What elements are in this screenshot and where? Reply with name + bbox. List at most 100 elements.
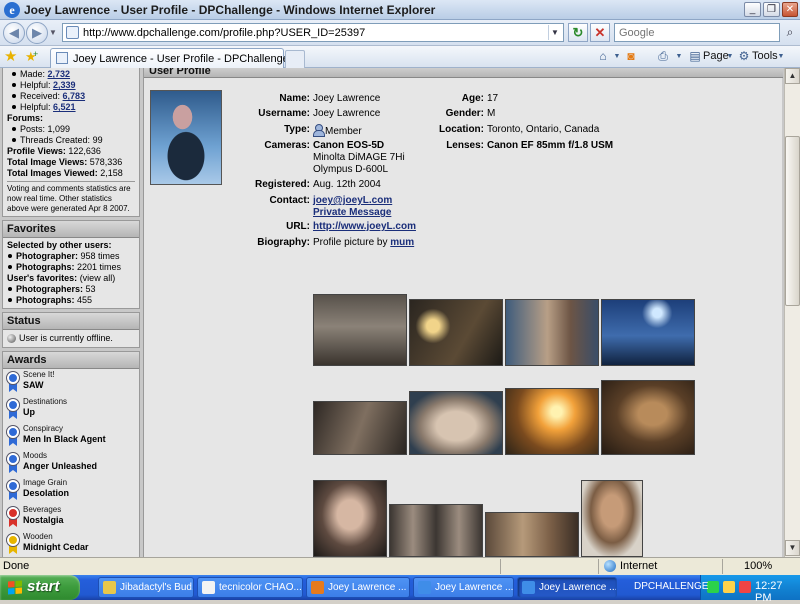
search-input[interactable]: [615, 24, 777, 41]
url-field[interactable]: http://www.dpchallenge.com/profile.php?U…: [62, 23, 564, 42]
photo-thumbnail[interactable]: [313, 294, 407, 366]
stat-helpful-received: Helpful: 6,521: [7, 102, 135, 113]
print-icon[interactable]: ⎙: [656, 50, 670, 63]
website-link[interactable]: http://www.joeyL.com: [313, 221, 416, 232]
award-item[interactable]: Beverages Nostalgia: [3, 505, 139, 531]
photo-thumbnail[interactable]: [601, 299, 695, 366]
photo-thumbnail[interactable]: [409, 391, 503, 455]
vertical-scrollbar[interactable]: ▲ ▼: [784, 68, 800, 557]
award-item[interactable]: Wooden Midnight Cedar: [3, 532, 139, 557]
favorites-star-icon[interactable]: ★: [4, 49, 17, 64]
award-category: Scene It!: [23, 370, 55, 379]
feeds-icon[interactable]: ◙: [624, 50, 638, 63]
photo-thumbnail[interactable]: [389, 504, 483, 557]
taskbar-button[interactable]: Joey Lawrence ...: [306, 577, 410, 598]
stat-made-link[interactable]: 2,732: [48, 69, 71, 79]
email-link[interactable]: joey@joeyL.com: [313, 195, 392, 206]
photo-thumbnail[interactable]: [601, 380, 695, 455]
minimize-button[interactable]: _: [744, 2, 761, 17]
url-text[interactable]: http://www.dpchallenge.com/profile.php?U…: [83, 27, 365, 39]
view-all-link[interactable]: (view all): [80, 273, 116, 283]
stat-posts: Posts: 1,099: [7, 124, 135, 135]
home-icon[interactable]: ⌂: [596, 50, 610, 63]
forward-button[interactable]: ▶: [26, 22, 48, 44]
tray-app-icon[interactable]: [707, 581, 719, 593]
bullet-icon: [12, 138, 16, 143]
award-name: Men In Black Agent: [23, 434, 106, 444]
stat-label: Made:: [20, 69, 46, 79]
new-tab-button[interactable]: [285, 50, 305, 68]
maximize-button[interactable]: ❐: [763, 2, 780, 17]
username-label: Username:: [258, 108, 310, 119]
award-category: Image Grain: [23, 478, 68, 487]
award-item[interactable]: Moods Anger Unleashed: [3, 451, 139, 477]
award-item[interactable]: Conspiracy Men In Black Agent: [3, 424, 139, 450]
history-dropdown-icon[interactable]: ▼: [49, 28, 57, 37]
scroll-down-arrow-icon[interactable]: ▼: [785, 540, 800, 556]
tab-profile[interactable]: Joey Lawrence - User Profile - DPChallen…: [50, 48, 289, 68]
bullet-icon: [12, 94, 16, 99]
ribbon-disc: [7, 372, 19, 384]
page-dropdown-icon[interactable]: ▼: [723, 50, 737, 63]
scroll-up-arrow-icon[interactable]: ▲: [785, 68, 800, 84]
stat-helpful-link[interactable]: 2,339: [53, 80, 76, 90]
close-button[interactable]: ✕: [782, 2, 798, 17]
ribbon-disc: [7, 399, 19, 411]
fav-label: Photographs:: [16, 295, 75, 305]
private-message-link[interactable]: Private Message: [313, 207, 391, 218]
page-icon: [56, 52, 68, 64]
photo-thumbnail[interactable]: [313, 401, 407, 455]
users-favorites-heading: User's favorites: (view all): [7, 273, 135, 284]
award-name: SAW: [23, 380, 44, 390]
start-button[interactable]: start: [0, 575, 80, 600]
tray-app-icon[interactable]: [723, 581, 735, 593]
search-box[interactable]: [614, 23, 780, 42]
back-button[interactable]: ◀: [3, 22, 25, 44]
security-zone[interactable]: Internet: [620, 560, 657, 572]
url-dropdown-icon[interactable]: ▼: [548, 25, 561, 40]
tray-app-icon[interactable]: [739, 581, 751, 593]
status-text: User is currently offline.: [19, 333, 113, 343]
task-label: Joey Lawrence ...: [539, 582, 617, 593]
photo-thumbnail[interactable]: [505, 299, 599, 366]
stat-helpful-made: Helpful: 2,339: [7, 80, 135, 91]
profile-panel: User Profile Name: Joey Lawrence Usernam…: [143, 68, 783, 557]
photo-thumbnail[interactable]: [313, 480, 387, 557]
stat-helpful-received-link[interactable]: 6,521: [53, 102, 76, 112]
taskbar-button[interactable]: Joey Lawrence ...: [413, 577, 514, 598]
stat-value: 99: [92, 135, 103, 145]
photo-thumbnail[interactable]: [485, 512, 579, 557]
award-item[interactable]: Image Grain Desolation: [3, 478, 139, 504]
favorites-heading: Favorites: [3, 221, 139, 238]
refresh-button[interactable]: ↻: [568, 23, 588, 42]
stat-received-link[interactable]: 6,783: [63, 91, 86, 101]
award-item[interactable]: Scene It! SAW: [3, 370, 139, 396]
bio-link[interactable]: mum: [390, 237, 414, 248]
task-label: Joey Lawrence ...: [328, 582, 407, 593]
bullet-icon: [8, 287, 12, 292]
taskbar-button[interactable]: tecnicolor CHAO...: [197, 577, 303, 598]
zoom-level[interactable]: 100%: [744, 560, 772, 572]
stat-label: Total Image Views:: [7, 157, 88, 167]
add-favorites-icon[interactable]: ★ +: [25, 49, 38, 64]
home-dropdown-icon[interactable]: ▼: [610, 50, 624, 63]
photo-thumbnail[interactable]: [581, 480, 643, 557]
profile-avatar[interactable]: [150, 90, 222, 185]
stop-button[interactable]: ✕: [590, 23, 610, 42]
scrollbar-thumb[interactable]: [785, 136, 800, 306]
photo-thumbnail[interactable]: [505, 388, 599, 455]
task-app-icon: [522, 581, 535, 594]
photo-thumbnail[interactable]: [409, 299, 503, 366]
window-title-bar: e Joey Lawrence - User Profile - DPChall…: [0, 0, 800, 20]
cameras-label: Cameras:: [264, 140, 310, 151]
search-icon[interactable]: ⌕: [782, 23, 798, 42]
award-item[interactable]: Destinations Up: [3, 397, 139, 423]
sidebar: Made: 2,732 Helpful: 2,339 Received: 6,7…: [2, 68, 140, 557]
stat-label: Threads Created:: [20, 135, 91, 145]
taskbar-button[interactable]: Joey Lawrence ...: [517, 577, 617, 598]
ribbon-disc: [7, 480, 19, 492]
taskbar-button[interactable]: Jibadactyl's Bud...: [98, 577, 194, 598]
stat-value: 122,636: [68, 146, 101, 156]
print-dropdown-icon[interactable]: ▼: [672, 50, 686, 63]
tools-dropdown-icon[interactable]: ▼: [774, 50, 788, 63]
